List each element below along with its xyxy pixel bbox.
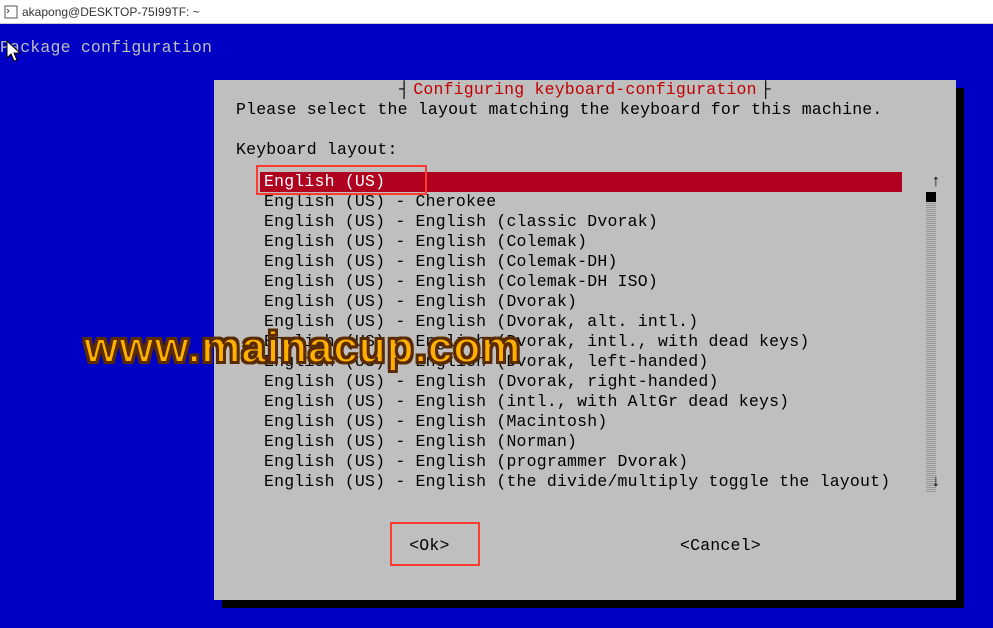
terminal-icon	[4, 5, 18, 19]
list-item[interactable]: English (US) - English (Dvorak, alt. int…	[260, 312, 920, 332]
dialog: ┤ Configuring keyboard-configuration ├ P…	[214, 80, 956, 600]
list-item[interactable]: English (US) - English (the divide/multi…	[260, 472, 920, 492]
list-item[interactable]: English (US) - English (Dvorak, left-han…	[260, 352, 920, 372]
list-item[interactable]: English (US) - English (Colemak-DH)	[260, 252, 920, 272]
list-item[interactable]: English (US) - English (Macintosh)	[260, 412, 920, 432]
package-configuration-header: Package configuration	[0, 38, 212, 58]
list-item[interactable]: English (US) - English (Norman)	[260, 432, 920, 452]
list-item[interactable]: English (US) - Cherokee	[260, 192, 920, 212]
scroll-down-arrow-icon[interactable]: ↓	[931, 472, 941, 492]
terminal-area: Package configuration ┤ Configuring keyb…	[0, 24, 993, 628]
dialog-buttons: <Ok> <Cancel>	[214, 534, 956, 558]
dialog-instruction: Please select the layout matching the ke…	[236, 100, 940, 120]
dialog-label: Keyboard layout:	[236, 140, 940, 160]
ok-button[interactable]: <Ok>	[397, 534, 461, 558]
scroll-indicators: ↑ ↓	[924, 172, 948, 492]
list-item[interactable]: English (US) - English (Dvorak)	[260, 292, 920, 312]
keyboard-layout-list[interactable]: English (US)English (US) - CherokeeEngli…	[260, 172, 920, 492]
window-title: akapong@DESKTOP-75I99TF: ~	[22, 5, 200, 19]
list-item[interactable]: English (US) - English (Colemak)	[260, 232, 920, 252]
list-item[interactable]: English (US) - English (Colemak-DH ISO)	[260, 272, 920, 292]
window-titlebar: akapong@DESKTOP-75I99TF: ~	[0, 0, 993, 24]
list-item[interactable]: English (US) - English (programmer Dvora…	[260, 452, 920, 472]
list-item[interactable]: English (US) - English (Dvorak, right-ha…	[260, 372, 920, 392]
cancel-button[interactable]: <Cancel>	[668, 534, 773, 558]
dialog-title: Configuring keyboard-configuration	[409, 80, 760, 100]
list-item[interactable]: English (US) - English (intl., with AltG…	[260, 392, 920, 412]
dialog-content: Please select the layout matching the ke…	[236, 100, 940, 164]
list-item[interactable]: English (US)	[260, 172, 902, 192]
scroll-up-arrow-icon[interactable]: ↑	[931, 172, 941, 192]
list-item[interactable]: English (US) - English (classic Dvorak)	[260, 212, 920, 232]
list-item[interactable]: English (US) - English (Dvorak, intl., w…	[260, 332, 920, 352]
dialog-title-row: ┤ Configuring keyboard-configuration ├	[222, 80, 948, 100]
